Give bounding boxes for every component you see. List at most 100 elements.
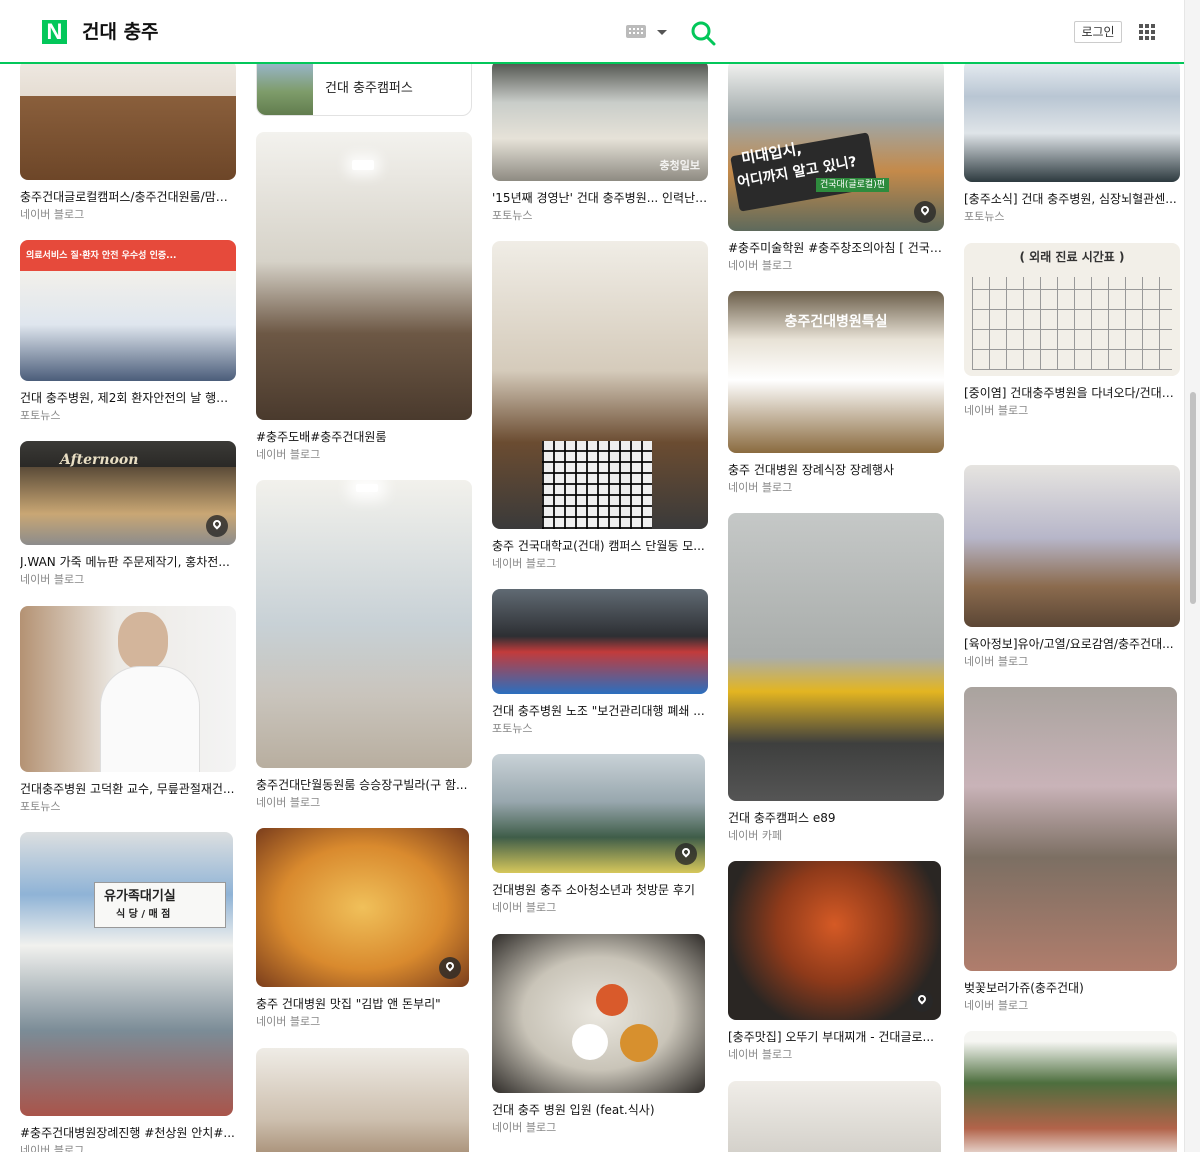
result-source: 포토뉴스	[20, 800, 61, 813]
result-image[interactable]	[492, 241, 708, 529]
result-card[interactable]: ( 외래 진료 시간표 ) [중이염] 건대충주병원을 다녀오다/건대충... …	[964, 243, 1180, 418]
naver-logo[interactable]: N	[42, 20, 67, 44]
result-card[interactable]: Afternoon J.WAN 가죽 메뉴판 주문제작기, 홍차전... 네이버…	[20, 441, 236, 587]
result-card[interactable]: 건대 충주병원 노조 "보건관리대행 폐쇄 ... 포토뉴스	[492, 589, 708, 736]
result-title[interactable]: [육아정보]유아/고열/요로감염/충주건대...	[964, 636, 1180, 653]
result-card[interactable]	[728, 1081, 944, 1152]
result-image[interactable]	[256, 1048, 469, 1152]
result-title[interactable]: '15년째 경영난' 건대 충주병원... 인력난·...	[492, 190, 708, 207]
result-title[interactable]: 건대충주병원 고덕환 교수, 무릎관절재건...	[20, 781, 236, 798]
result-image[interactable]	[728, 1081, 941, 1152]
grid-icon[interactable]	[1139, 24, 1155, 40]
result-card[interactable]: 충주건대글로컬캠퍼스/충주건대원룸/맘스... 네이버 블로그	[20, 60, 236, 222]
result-card[interactable]: 건대병원 충주 소아청소년과 첫방문 후기 네이버 블로그	[492, 754, 708, 915]
result-image[interactable]	[20, 60, 236, 180]
result-image[interactable]	[492, 754, 705, 873]
search-icon[interactable]	[690, 20, 716, 46]
result-title[interactable]: 충주 건대병원 장례식장 장례행사	[728, 462, 944, 479]
chevron-down-icon[interactable]	[657, 30, 667, 35]
result-title[interactable]: #충주도배#충주건대원룸	[256, 429, 472, 446]
image-feed: 충주건대글로컬캠퍼스/충주건대원룸/맘스... 네이버 블로그 의료서비스 질·…	[0, 0, 1184, 1152]
result-image[interactable]	[20, 606, 236, 772]
result-card[interactable]: 건대 충주 병원 입원 (feat.식사) 네이버 블로그	[492, 934, 708, 1135]
result-title[interactable]: 건대병원 충주 소아청소년과 첫방문 후기	[492, 882, 708, 899]
login-button[interactable]: 로그인	[1074, 21, 1122, 43]
result-title[interactable]: 건대 충주캠퍼스 e89	[728, 810, 944, 827]
result-source: 네이버 블로그	[20, 208, 85, 221]
result-card[interactable]: 유가족대기실 식 당 / 매 점 #충주건대병원장례진행 #천상원 안치#...…	[20, 832, 236, 1152]
result-image[interactable]	[728, 513, 944, 801]
result-image[interactable]	[964, 687, 1177, 971]
result-card[interactable]: #충주도배#충주건대원룸 네이버 블로그	[256, 132, 472, 462]
result-title[interactable]: #충주건대병원장례진행 #천상원 안치#...	[20, 1125, 236, 1142]
result-source: 네이버 카페	[728, 829, 783, 842]
result-title[interactable]: [중이염] 건대충주병원을 다녀오다/건대충...	[964, 385, 1180, 402]
campus-card[interactable]: 건대 충주캠퍼스	[256, 60, 472, 116]
result-card[interactable]: 건대 충주캠퍼스 e89 네이버 카페	[728, 513, 944, 843]
scrollbar-thumb[interactable]	[1190, 392, 1196, 604]
result-card[interactable]: [충주소식] 건대 충주병원, 심장뇌혈관센... 포토뉴스	[964, 60, 1180, 224]
result-source: 네이버 블로그	[728, 481, 793, 494]
result-image[interactable]: 충청일보	[492, 60, 708, 181]
result-source: 네이버 블로그	[492, 557, 557, 570]
result-card[interactable]: 벚꽃보러가쥬(충주건대) 네이버 블로그	[964, 687, 1180, 1013]
result-image[interactable]	[728, 861, 941, 1020]
image-caption: 의료서비스 질·환자 안전 우수성 인증...	[26, 251, 177, 261]
result-image[interactable]	[492, 934, 705, 1093]
result-title[interactable]: 건대 충주 병원 입원 (feat.식사)	[492, 1102, 708, 1119]
result-image[interactable]: 미대입시, 어디까지 알고 있니? 건국대(글로컬)편	[728, 60, 944, 231]
result-image[interactable]	[964, 465, 1180, 627]
result-image[interactable]: ( 외래 진료 시간표 )	[964, 243, 1180, 376]
result-card[interactable]: 충주건대병원특실 충주 건대병원 장례식장 장례행사 네이버 블로그	[728, 291, 944, 495]
campus-thumbnail[interactable]	[257, 61, 313, 115]
image-caption: ( 외래 진료 시간표 )	[1019, 250, 1125, 264]
map-pin-icon[interactable]	[206, 515, 228, 537]
result-image[interactable]	[492, 589, 708, 694]
result-title[interactable]: [충주소식] 건대 충주병원, 심장뇌혈관센...	[964, 191, 1180, 208]
result-image[interactable]: Afternoon	[20, 441, 236, 545]
keyboard-icon[interactable]	[626, 25, 646, 38]
result-card[interactable]: [충주맛집] 오뚜기 부대찌개 - 건대글로... 네이버 블로그	[728, 861, 944, 1062]
result-source: 포토뉴스	[964, 210, 1005, 223]
result-title[interactable]: 충주건대글로컬캠퍼스/충주건대원룸/맘스...	[20, 189, 236, 206]
result-image[interactable]: 유가족대기실 식 당 / 매 점	[20, 832, 233, 1116]
map-pin-icon[interactable]	[911, 990, 933, 1012]
result-title[interactable]: 충주 건국대학교(건대) 캠퍼스 단월동 모...	[492, 538, 708, 555]
campus-label[interactable]: 건대 충주캠퍼스	[325, 80, 413, 98]
result-image[interactable]: 충주건대병원특실	[728, 291, 944, 453]
result-title[interactable]: [충주맛집] 오뚜기 부대찌개 - 건대글로...	[728, 1029, 944, 1046]
result-image[interactable]: 의료서비스 질·환자 안전 우수성 인증...	[20, 240, 236, 381]
search-query[interactable]: 건대 충주	[82, 18, 159, 46]
result-title[interactable]: 건대 충주병원 노조 "보건관리대행 폐쇄 ...	[492, 703, 708, 720]
result-image[interactable]	[256, 828, 469, 987]
map-pin-icon[interactable]	[439, 957, 461, 979]
result-card[interactable]: 충청일보 '15년째 경영난' 건대 충주병원... 인력난·... 포토뉴스	[492, 60, 708, 223]
result-card[interactable]: 충주 건국대학교(건대) 캠퍼스 단월동 모... 네이버 블로그	[492, 241, 708, 571]
result-title[interactable]: 건대 충주병원, 제2회 환자안전의 날 행사...	[20, 390, 236, 407]
result-card[interactable]	[256, 1048, 472, 1152]
map-pin-icon[interactable]	[914, 201, 936, 223]
scrollbar[interactable]	[1184, 0, 1200, 1152]
result-title[interactable]: 충주건대단월동원룸 승승장구빌라(구 함...	[256, 777, 472, 794]
image-caption: 건국대(글로컬)편	[816, 178, 889, 192]
result-card[interactable]: 의료서비스 질·환자 안전 우수성 인증... 건대 충주병원, 제2회 환자안…	[20, 240, 236, 423]
result-card[interactable]: [육아정보]유아/고열/요로감염/충주건대... 네이버 블로그	[964, 465, 1180, 669]
search-header: N 건대 충주 로그인	[0, 0, 1184, 64]
result-card[interactable]	[964, 1031, 1180, 1152]
result-card[interactable]: 미대입시, 어디까지 알고 있니? 건국대(글로컬)편 #충주미술학원 #충주창…	[728, 60, 944, 273]
result-title[interactable]: #충주미술학원 #충주창조의아침 [ 건국대...	[728, 240, 944, 257]
result-title[interactable]: 벚꽃보러가쥬(충주건대)	[964, 980, 1180, 997]
result-card[interactable]: 충주건대단월동원룸 승승장구빌라(구 함... 네이버 블로그	[256, 480, 472, 810]
result-image[interactable]	[964, 1031, 1177, 1152]
result-image[interactable]	[964, 60, 1180, 182]
image-watermark: 충청일보	[659, 159, 700, 172]
result-source: 네이버 블로그	[256, 448, 321, 461]
result-source: 네이버 블로그	[964, 655, 1029, 668]
result-title[interactable]: J.WAN 가죽 메뉴판 주문제작기, 홍차전...	[20, 554, 236, 571]
map-pin-icon[interactable]	[675, 843, 697, 865]
result-image[interactable]	[256, 132, 472, 420]
result-image[interactable]	[256, 480, 472, 768]
result-card[interactable]: 충주 건대병원 맛집 "김밥 앤 돈부리" 네이버 블로그	[256, 828, 472, 1029]
result-title[interactable]: 충주 건대병원 맛집 "김밥 앤 돈부리"	[256, 996, 472, 1013]
result-card[interactable]: 건대충주병원 고덕환 교수, 무릎관절재건... 포토뉴스	[20, 606, 236, 814]
